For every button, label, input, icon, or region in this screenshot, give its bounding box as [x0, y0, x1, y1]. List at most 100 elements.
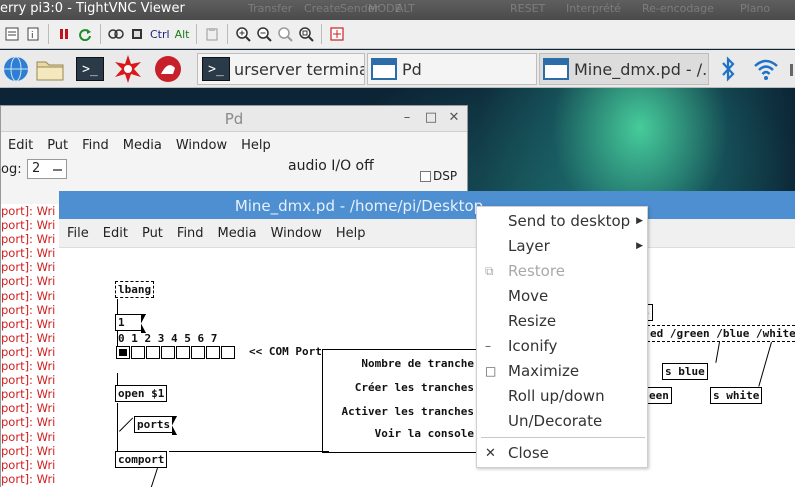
pd-menubar: Edit Put Find Media Window Help — [1, 132, 467, 158]
log-line: port]: Wri — [1, 204, 56, 218]
log-line: port]: Wri — [1, 443, 56, 458]
loadbang-object[interactable]: lbang — [115, 281, 155, 298]
pause-icon[interactable] — [54, 23, 74, 45]
fullscreen-icon[interactable] — [327, 23, 347, 45]
gop-label: Activer les tranches — [341, 405, 474, 418]
hradio-cell[interactable] — [161, 346, 175, 359]
send-white-object[interactable]: s white — [710, 387, 763, 404]
menu-window[interactable]: Window — [264, 226, 329, 241]
refresh-icon[interactable] — [75, 23, 95, 45]
hradio-cell[interactable] — [206, 346, 220, 359]
menu-media[interactable]: Media — [211, 226, 264, 241]
menu-file[interactable]: File — [60, 226, 96, 241]
gop-label: Voir la console — [374, 427, 474, 440]
keyboard-icon[interactable] — [106, 23, 126, 45]
log-line: port]: Wri — [1, 373, 56, 388]
log-line: port]: Wri — [1, 330, 56, 345]
globe-icon[interactable] — [0, 54, 32, 84]
menu-item-roll-up-down[interactable]: Roll up/down — [477, 384, 649, 409]
vnc-toolbar: i Ctrl Alt — [0, 20, 795, 49]
folder-icon[interactable] — [34, 54, 66, 84]
maximize-icon: □ — [485, 364, 497, 378]
console-log[interactable]: port]: Wri port]: Wri port]: Wri port]: … — [1, 204, 61, 487]
mine-menubar: File Edit Put Find Media Window Help — [59, 219, 795, 248]
menu-item-send-to-desktop[interactable]: Send to desktop ▶ — [477, 209, 649, 234]
hradio-cell[interactable] — [191, 346, 205, 359]
hradio-cell[interactable] — [221, 346, 235, 359]
alt-key-button[interactable]: Alt — [173, 28, 192, 41]
gop-label: Nombre de tranche — [361, 357, 474, 370]
send-green-object[interactable]: een — [647, 387, 672, 404]
pd-titlebar[interactable]: Pd – □ ✕ — [1, 106, 467, 132]
menu-item-close[interactable]: ✕ Close — [477, 441, 649, 466]
zoom-100-icon[interactable] — [275, 23, 295, 45]
menu-find[interactable]: Find — [75, 138, 116, 153]
menu-help[interactable]: Help — [234, 138, 278, 153]
hradio-cell[interactable] — [146, 346, 160, 359]
zoom-fit-icon[interactable] — [296, 23, 316, 45]
ghost-label: Interprété — [566, 2, 621, 15]
patch-canvas[interactable]: lbang 1 0 1 2 3 4 5 6 7 << COM Port open… — [59, 248, 795, 487]
hradio-cell[interactable] — [131, 346, 145, 359]
maximize-icon[interactable]: □ — [423, 110, 439, 126]
toolbar-separator — [196, 24, 198, 44]
dsp-toggle[interactable]: DSP — [420, 169, 457, 183]
hradio-cell[interactable] — [176, 346, 190, 359]
dsp-checkbox[interactable] — [420, 170, 431, 182]
options-icon[interactable] — [2, 23, 22, 45]
gop-subpatch[interactable]: Nombre de tranche Créer les tranches Act… — [322, 349, 491, 453]
menu-item-label: Move — [508, 287, 549, 305]
menu-item-layer[interactable]: Layer ▶ — [477, 234, 649, 259]
info-icon[interactable]: i — [23, 23, 43, 45]
menu-item-undecorate[interactable]: Un/Decorate — [477, 409, 649, 434]
wifi-icon[interactable] — [750, 54, 782, 84]
audio-status: audio I/O off — [288, 158, 374, 174]
menu-put[interactable]: Put — [135, 226, 170, 241]
mine-titlebar[interactable]: Mine_dmx.pd - /home/pi/Desktop — [59, 191, 795, 219]
message-1[interactable]: 1 — [115, 314, 141, 331]
clipboard-icon[interactable] — [202, 23, 222, 45]
task-terminal[interactable]: >_ urserver terminal — [197, 53, 365, 85]
hradio[interactable] — [116, 346, 236, 360]
open-object[interactable]: open $1 — [115, 385, 168, 402]
hradio-cell[interactable] — [116, 346, 130, 359]
menu-window[interactable]: Window — [169, 138, 234, 153]
log-label: og: — [1, 162, 22, 177]
menu-edit[interactable]: Edit — [96, 226, 135, 241]
zoom-out-icon[interactable] — [254, 23, 274, 45]
log-level-select[interactable]: 2 — [27, 159, 67, 179]
wolfram-icon[interactable] — [112, 54, 144, 84]
menu-item-resize[interactable]: Resize — [477, 309, 649, 334]
close-icon[interactable]: ✕ — [446, 110, 462, 126]
com-port-label: << COM Port — [249, 345, 322, 358]
ctrl-key-button[interactable]: Ctrl — [148, 28, 172, 41]
menu-item-move[interactable]: Move — [477, 284, 649, 309]
menu-item-iconify[interactable]: – Iconify — [477, 334, 649, 359]
terminal-icon[interactable]: >_ — [74, 54, 106, 84]
mathematica-icon[interactable] — [152, 54, 184, 84]
zoom-in-icon[interactable] — [233, 23, 253, 45]
menu-item-label: Roll up/down — [508, 387, 605, 405]
menu-item-restore[interactable]: ⧉ Restore — [477, 259, 649, 284]
menu-item-label: Restore — [508, 262, 565, 280]
task-pd[interactable]: Pd — [367, 53, 537, 85]
menu-edit[interactable]: Edit — [1, 138, 40, 153]
log-line: port]: Wri — [1, 344, 56, 359]
comport-object[interactable]: comport — [115, 451, 168, 468]
ports-message[interactable]: ports — [134, 416, 172, 433]
patch-wire — [119, 417, 134, 432]
send-blue-object[interactable]: s blue — [662, 363, 708, 380]
menu-find[interactable]: Find — [170, 226, 211, 241]
menu-item-maximize[interactable]: □ Maximize — [477, 359, 649, 384]
log-line: port]: Wri — [1, 260, 56, 275]
colors-message[interactable]: ed /green /blue /white — [647, 325, 795, 342]
menu-item-label: Un/Decorate — [508, 412, 603, 430]
menu-help[interactable]: Help — [329, 226, 373, 241]
window-icon — [543, 58, 569, 80]
ctrl-alt-del-icon[interactable] — [127, 23, 147, 45]
menu-media[interactable]: Media — [116, 138, 169, 153]
task-mine-dmx[interactable]: Mine_dmx.pd - /... — [539, 53, 709, 85]
bluetooth-icon[interactable] — [712, 54, 744, 84]
minimize-icon[interactable]: – — [399, 110, 415, 126]
menu-put[interactable]: Put — [40, 138, 75, 153]
